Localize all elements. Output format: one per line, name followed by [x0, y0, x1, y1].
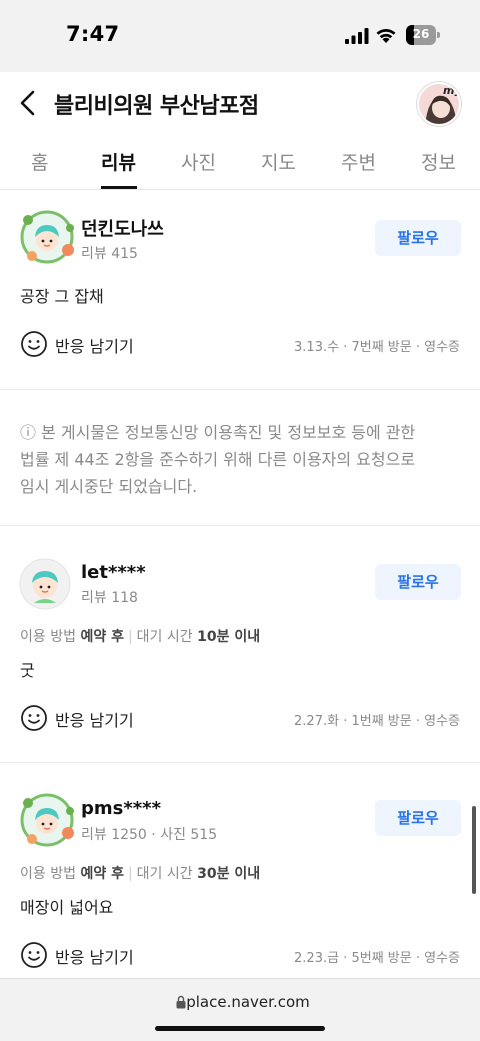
review-text[interactable]: 공장 그 잡채	[20, 283, 104, 307]
visit-meta: 2.27.화 · 1번째 방문 · 영수증	[294, 714, 460, 729]
notice-line: 법률 제 44조 2항을 준수하기 위해 다른 이용자의 요청으로	[20, 450, 416, 469]
usage-value: 예약 후	[80, 866, 124, 882]
visit-meta: 2.23.금 · 5번째 방문 · 영수증	[294, 951, 460, 966]
notice-line: ⓘ 본 게시물은 정보통신망 이용촉진 및 정보보호 등에 관한	[20, 423, 416, 442]
url-domain: place.naver.com	[186, 993, 310, 1011]
wait-label: 대기 시간	[136, 866, 193, 882]
battery-level: 26	[412, 27, 430, 41]
reviewer-meta: 리뷰 415	[81, 246, 138, 262]
follow-button[interactable]: 팔로우	[375, 220, 461, 256]
wait-label: 대기 시간	[136, 629, 193, 645]
tab-home[interactable]: 홈	[31, 148, 48, 175]
browser-url-bar[interactable]: place.naver.com	[0, 978, 480, 1041]
divider	[0, 389, 480, 390]
tab-reviews[interactable]: 리뷰	[101, 148, 136, 175]
tab-photos[interactable]: 사진	[181, 148, 216, 175]
usage-value: 예약 후	[80, 629, 124, 645]
smiley-icon	[21, 705, 47, 731]
place-title: 블리비의원 부산남포점	[54, 94, 259, 119]
visit-info: 이용 방법 예약 후 | 대기 시간 30분 이내	[20, 866, 261, 882]
reviewer-avatar-icon	[19, 558, 71, 610]
my-profile-avatar[interactable]: my	[417, 82, 461, 126]
reviewer-avatar[interactable]	[18, 557, 72, 611]
reviewer-nickname[interactable]: pms****	[81, 798, 161, 819]
leave-reaction-button[interactable]: 반응 남기기	[20, 941, 140, 969]
wifi-icon	[376, 29, 396, 43]
my-label: my	[443, 84, 461, 97]
active-tab-indicator	[101, 186, 137, 189]
visit-meta: 3.13.수 · 7번째 방문 · 영수증	[294, 340, 460, 355]
leave-reaction-label: 반응 남기기	[55, 948, 134, 967]
reviewer-nickname[interactable]: 던킨도나쓰	[81, 215, 164, 241]
review-card: pms**** 리뷰 1250 · 사진 515 팔로우 이용 방법 예약 후 |…	[0, 763, 480, 977]
scroll-indicator[interactable]	[472, 806, 476, 894]
reviewer-avatar-icon	[20, 210, 74, 264]
reviewer-avatar-icon	[20, 793, 74, 847]
usage-label: 이용 방법	[20, 866, 76, 882]
reviewer-meta: 리뷰 118	[81, 590, 138, 606]
home-indicator[interactable]	[155, 1026, 325, 1031]
tab-nearby[interactable]: 주변	[341, 148, 376, 175]
tab-info[interactable]: 정보	[421, 148, 456, 175]
reviewer-avatar[interactable]	[18, 791, 74, 847]
reviewer-nickname[interactable]: let****	[81, 562, 146, 583]
leave-reaction-button[interactable]: 반응 남기기	[20, 704, 140, 732]
url-text[interactable]: place.naver.com	[0, 993, 480, 1011]
status-time: 7:47	[66, 22, 120, 46]
suspension-notice: ⓘ 본 게시물은 정보통신망 이용촉진 및 정보보호 등에 관한 법률 제 44…	[20, 419, 460, 500]
tab-map[interactable]: 지도	[261, 148, 296, 175]
notice-line: 임시 게시중단 되었습니다.	[20, 477, 198, 496]
place-header: 블리비의원 부산남포점 my	[0, 72, 480, 134]
battery-icon: 26	[406, 25, 440, 45]
smiley-icon	[21, 331, 47, 357]
back-arrow-icon[interactable]	[14, 86, 44, 120]
wait-value: 30분 이내	[197, 866, 261, 882]
status-bar: 7:47 26	[0, 0, 480, 72]
review-card: let**** 리뷰 118 팔로우 이용 방법 예약 후 | 대기 시간 10분 …	[0, 526, 480, 762]
review-text[interactable]: 매장이 넓어요	[20, 894, 113, 918]
leave-reaction-label: 반응 남기기	[55, 711, 134, 730]
review-text[interactable]: 굿	[20, 657, 35, 681]
cellular-signal-icon	[345, 28, 369, 44]
smiley-icon	[21, 942, 47, 968]
leave-reaction-button[interactable]: 반응 남기기	[20, 330, 140, 358]
visit-info: 이용 방법 예약 후 | 대기 시간 10분 이내	[20, 629, 261, 645]
reviewer-avatar[interactable]	[18, 208, 74, 264]
reviewer-meta: 리뷰 1250 · 사진 515	[81, 827, 218, 843]
review-card: 던킨도나쓰 리뷰 415 팔로우 공장 그 잡채 반응 남기기 3.13.수 ·…	[0, 191, 480, 389]
usage-label: 이용 방법	[20, 629, 76, 645]
wait-value: 10분 이내	[197, 629, 261, 645]
follow-button[interactable]: 팔로우	[375, 564, 461, 600]
tab-bar: 홈 리뷰 사진 지도 주변 정보	[0, 134, 480, 190]
follow-button[interactable]: 팔로우	[375, 800, 461, 836]
leave-reaction-label: 반응 남기기	[55, 337, 134, 356]
